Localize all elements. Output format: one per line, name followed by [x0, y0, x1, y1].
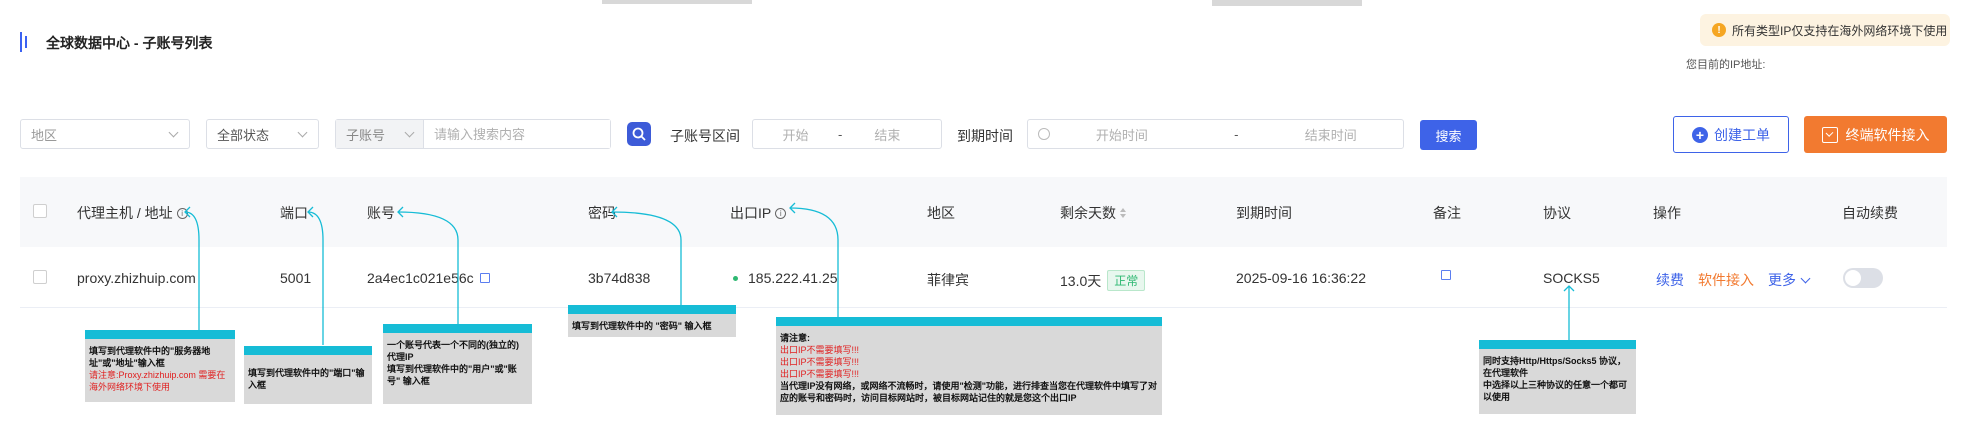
annotation-exit-ip-title: 请注意:: [780, 333, 810, 343]
annotation-protocol: 同时支持Http/Https/Socks5 协议，在代理软件 中选择以上三种协议…: [1479, 340, 1636, 414]
annotation-host-text: 填写到代理软件中的"服务器地址"或"地址"输入框: [89, 346, 211, 368]
arrow-password: [611, 211, 682, 305]
annotation-protocol-text-2: 中选择以上三种协议的任意一个都可以使用: [1483, 380, 1628, 402]
arrow-account: [397, 211, 459, 325]
annotation-host: 填写到代理软件中的"服务器地址"或"地址"输入框 请注意:Proxy.zhizh…: [85, 330, 235, 402]
annotation-exit-ip-warning: 出口IP不需要填写!!!: [780, 345, 860, 355]
annotation-host-warning: 请注意:Proxy.zhizhuip.com 需要在海外网络环境下使用: [89, 370, 226, 392]
annotation-password-text: 填写到代理软件中的 "密码" 输入框: [572, 321, 712, 331]
annotation-port: 填写到代理软件中的"端口"输入框: [244, 346, 372, 404]
arrow-exit-ip: [789, 207, 839, 318]
annotation-port-text: 填写到代理软件中的"端口"输入框: [248, 368, 365, 390]
annotation-exit-ip-warning: 出口IP不需要填写!!!: [780, 369, 860, 379]
annotation-exit-ip-body: 当代理IP没有网络，或网络不流畅时，请使用"检测"功能，进行排查当您在代理软件中…: [780, 381, 1158, 403]
annotation-exit-ip: 请注意: 出口IP不需要填写!!! 出口IP不需要填写!!! 出口IP不需要填写…: [776, 317, 1162, 415]
arrow-host: [184, 211, 200, 330]
arrow-port: [307, 211, 324, 345]
annotation-account-text-2: 填写到代理软件中的"用户"或"账号" 输入框: [387, 364, 517, 386]
annotation-account-text: 一个账号代表一个不同的(独立的) 代理IP: [387, 340, 519, 362]
annotation-exit-ip-warning: 出口IP不需要填写!!!: [780, 357, 860, 367]
annotation-account: 一个账号代表一个不同的(独立的) 代理IP 填写到代理软件中的"用户"或"账号"…: [383, 324, 532, 404]
annotation-password: 填写到代理软件中的 "密码" 输入框: [568, 305, 736, 337]
annotation-protocol-text: 同时支持Http/Https/Socks5 协议，在代理软件: [1483, 356, 1627, 378]
